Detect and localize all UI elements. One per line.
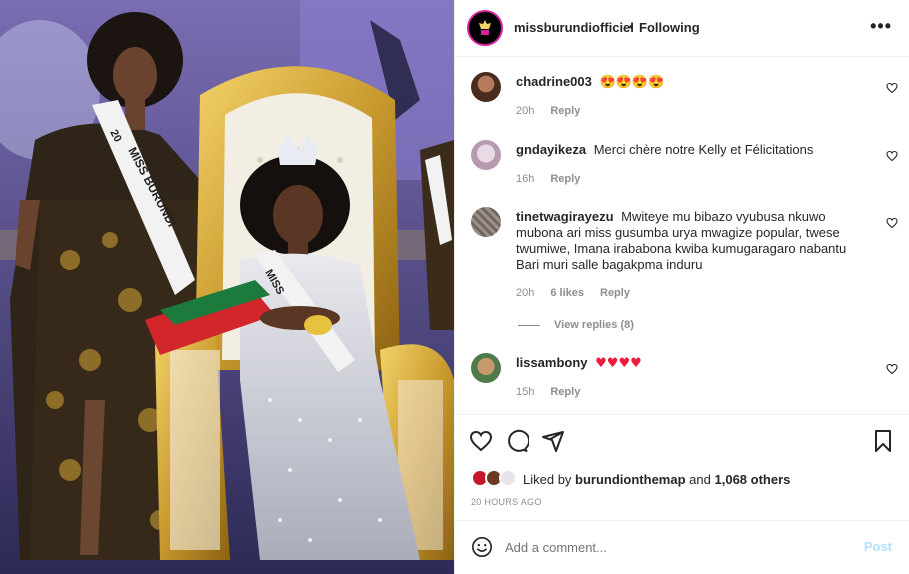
comment-body: lissambony ♥♥♥♥ xyxy=(516,355,866,372)
comment-meta: 16h Reply xyxy=(516,173,580,185)
view-replies-label[interactable]: View replies (8) xyxy=(554,319,634,331)
post-header: missburundiofficiel • Following ••• xyxy=(455,0,909,57)
reply-button[interactable]: Reply xyxy=(550,173,580,185)
commenter-avatar[interactable] xyxy=(471,72,501,102)
comment-username[interactable]: gndayikeza xyxy=(516,142,586,157)
heart-outline-icon[interactable] xyxy=(886,363,898,375)
comment-bubble-icon[interactable] xyxy=(505,429,529,453)
replies-divider xyxy=(518,324,540,326)
comment-time: 15h xyxy=(516,386,535,398)
comment-username[interactable]: chadrine003 xyxy=(516,74,592,89)
comment-text: 😍😍😍😍 xyxy=(599,74,665,89)
post-timestamp[interactable]: 20 HOURS AGO xyxy=(471,497,542,507)
add-comment-bar: Post xyxy=(455,520,909,574)
post-photo: MISS BURUNDI 20 MISS xyxy=(0,0,454,574)
reply-button[interactable]: Reply xyxy=(550,105,580,117)
post-actions: Liked by burundionthemap and 1,068 other… xyxy=(455,414,909,520)
post-photo-illustration: MISS BURUNDI 20 MISS xyxy=(0,0,454,574)
comment-meta: 20h Reply xyxy=(516,105,580,117)
comment-text: Merci chère notre Kelly et Félicitations xyxy=(593,142,814,157)
view-replies-button[interactable]: View replies (8) xyxy=(518,319,634,331)
comment-username[interactable]: lissambony xyxy=(516,355,588,370)
commenter-avatar[interactable] xyxy=(471,353,501,383)
comments-list: chadrine003 😍😍😍😍 20h Reply gndayikeza Me… xyxy=(455,58,909,414)
liked-by-prefix: Liked by xyxy=(523,471,572,487)
comment-body: gndayikeza Merci chère notre Kelly et Fé… xyxy=(516,142,866,158)
comment-time: 16h xyxy=(516,173,535,185)
author-username[interactable]: missburundiofficiel xyxy=(514,20,634,35)
following-button[interactable]: Following xyxy=(639,20,700,35)
comment-time: 20h xyxy=(516,287,535,299)
reply-button[interactable]: Reply xyxy=(550,386,580,398)
commenter-avatar[interactable] xyxy=(471,207,501,237)
comment-text: ♥♥♥♥ xyxy=(595,356,642,371)
emoji-smiley-icon[interactable] xyxy=(471,536,493,558)
comment-time: 20h xyxy=(516,105,535,117)
author-avatar[interactable] xyxy=(467,10,503,46)
post-comment-button[interactable]: Post xyxy=(864,539,892,554)
comment-meta: 20h 6 likes Reply xyxy=(516,287,630,299)
crown-logo-icon xyxy=(479,20,491,35)
reply-button[interactable]: Reply xyxy=(600,287,630,299)
comment-username[interactable]: tinetwagirayezu xyxy=(516,209,614,224)
liked-by-avatars[interactable] xyxy=(471,469,523,489)
heart-outline-icon[interactable] xyxy=(886,82,898,94)
comment-body: tinetwagirayezu Mwiteye mu bibazo vyubus… xyxy=(516,209,866,273)
header-separator: • xyxy=(629,19,634,34)
liked-by-and: and xyxy=(689,471,711,487)
bookmark-icon[interactable] xyxy=(871,429,895,453)
more-horizontal-icon[interactable]: ••• xyxy=(870,17,892,35)
like-heart-icon[interactable] xyxy=(469,429,493,453)
commenter-avatar[interactable] xyxy=(471,140,501,170)
liked-by-user[interactable]: burundionthemap xyxy=(575,472,686,487)
comment-likes[interactable]: 6 likes xyxy=(550,287,584,299)
heart-outline-icon[interactable] xyxy=(886,150,898,162)
likes-summary: Liked by burundionthemap and 1,068 other… xyxy=(471,469,790,489)
post-details-panel: missburundiofficiel • Following ••• chad… xyxy=(454,0,909,574)
comment-input[interactable] xyxy=(505,535,845,559)
liked-by-others[interactable]: 1,068 others xyxy=(715,472,791,487)
liker-avatar xyxy=(499,469,517,487)
comment-body: chadrine003 😍😍😍😍 xyxy=(516,74,866,90)
heart-outline-icon[interactable] xyxy=(886,217,898,229)
share-send-icon[interactable] xyxy=(541,429,565,453)
comment-meta: 15h Reply xyxy=(516,386,580,398)
